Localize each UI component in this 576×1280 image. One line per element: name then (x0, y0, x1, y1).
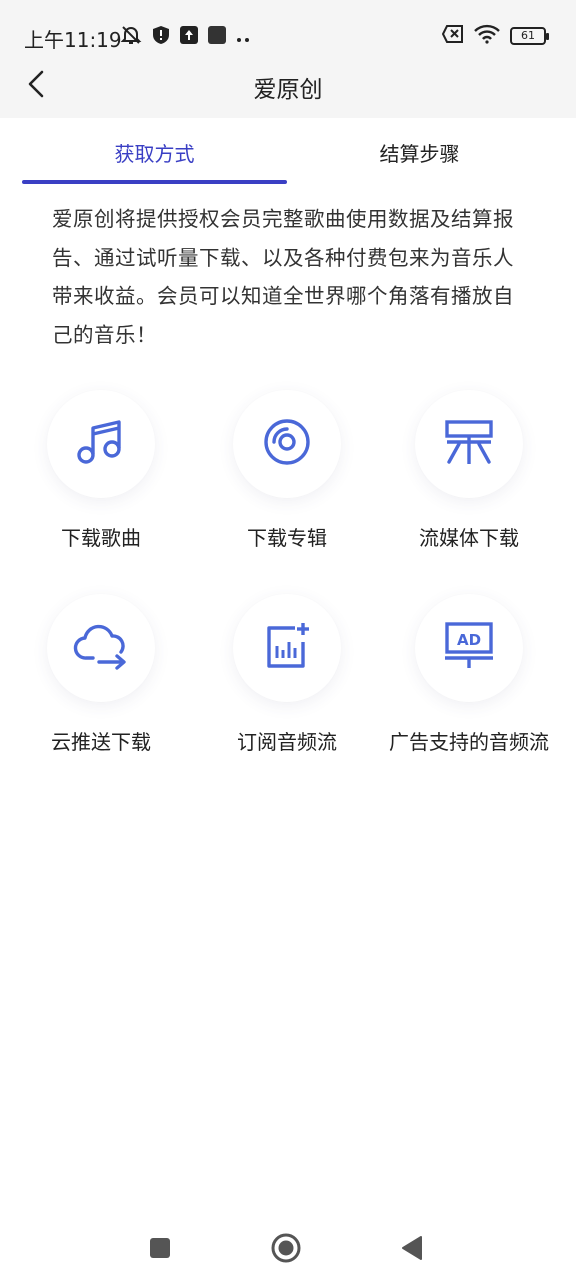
screen: 上午11:19 61 爱原创 获取方式 结算步骤 爱原创将提供授权会员完整歌曲使… (0, 0, 576, 1280)
home-button[interactable] (266, 1230, 306, 1270)
recent-apps-button[interactable] (140, 1230, 180, 1270)
status-time: 上午11:19 (24, 28, 122, 52)
sim-error-icon (441, 25, 464, 47)
tab-acquisition-method[interactable]: 获取方式 (22, 118, 287, 186)
method-label: 下载歌曲 (61, 526, 141, 550)
square-icon (208, 26, 226, 48)
method-icon-circle: AD (415, 594, 523, 702)
recent-apps-icon (149, 1237, 171, 1263)
home-icon (270, 1232, 302, 1268)
shield-icon (152, 25, 170, 49)
top-bar: 爱原创 (0, 56, 576, 118)
cloud-push-icon (73, 620, 129, 676)
svg-text:AD: AD (457, 631, 481, 649)
back-nav-button[interactable] (392, 1230, 432, 1270)
disc-icon (262, 417, 312, 471)
battery-icon: 61 (510, 27, 549, 45)
tab-label: 结算步骤 (379, 141, 460, 166)
wifi-icon (474, 24, 500, 48)
method-download-album[interactable]: 下载专辑 (192, 390, 382, 590)
method-cloud-push[interactable]: 云推送下载 (6, 594, 196, 794)
system-nav-bar (0, 1210, 576, 1280)
tab-label: 获取方式 (114, 141, 195, 166)
method-icon-circle (233, 390, 341, 498)
ad-board-icon: AD (442, 620, 496, 676)
method-label: 流媒体下载 (419, 526, 519, 550)
method-streaming-download[interactable]: 流媒体下载 (374, 390, 564, 590)
upload-icon (180, 26, 198, 48)
active-tab-indicator (22, 180, 287, 184)
method-label: 广告支持的音频流 (389, 730, 549, 754)
subscribe-chart-icon (261, 620, 313, 676)
method-subscribe-stream[interactable]: 订阅音频流 (192, 594, 382, 794)
status-left-icons (120, 24, 252, 50)
tab-settlement-steps[interactable]: 结算步骤 (287, 118, 552, 186)
mute-bell-icon (120, 24, 142, 50)
method-download-song[interactable]: 下载歌曲 (6, 390, 196, 590)
music-note-icon (75, 416, 127, 472)
method-label: 云推送下载 (51, 730, 151, 754)
method-icon-circle (47, 594, 155, 702)
method-ad-supported-stream[interactable]: AD 广告支持的音频流 (374, 594, 564, 794)
more-dots-icon (236, 28, 252, 47)
method-icon-circle (415, 390, 523, 498)
page-title: 爱原创 (253, 77, 323, 103)
method-label: 订阅音频流 (237, 730, 337, 754)
method-label: 下载专辑 (247, 526, 327, 550)
status-right-icons: 61 (441, 24, 549, 48)
method-icon-circle (233, 594, 341, 702)
tab-bar: 获取方式 结算步骤 (0, 118, 576, 186)
method-icon-circle (47, 390, 155, 498)
battery-level: 61 (521, 29, 535, 42)
streaming-icon (443, 416, 495, 472)
description-text: 爱原创将提供授权会员完整歌曲使用数据及结算报告、通过试听量下载、以及各种付费包来… (52, 207, 514, 347)
back-triangle-icon (401, 1235, 423, 1265)
